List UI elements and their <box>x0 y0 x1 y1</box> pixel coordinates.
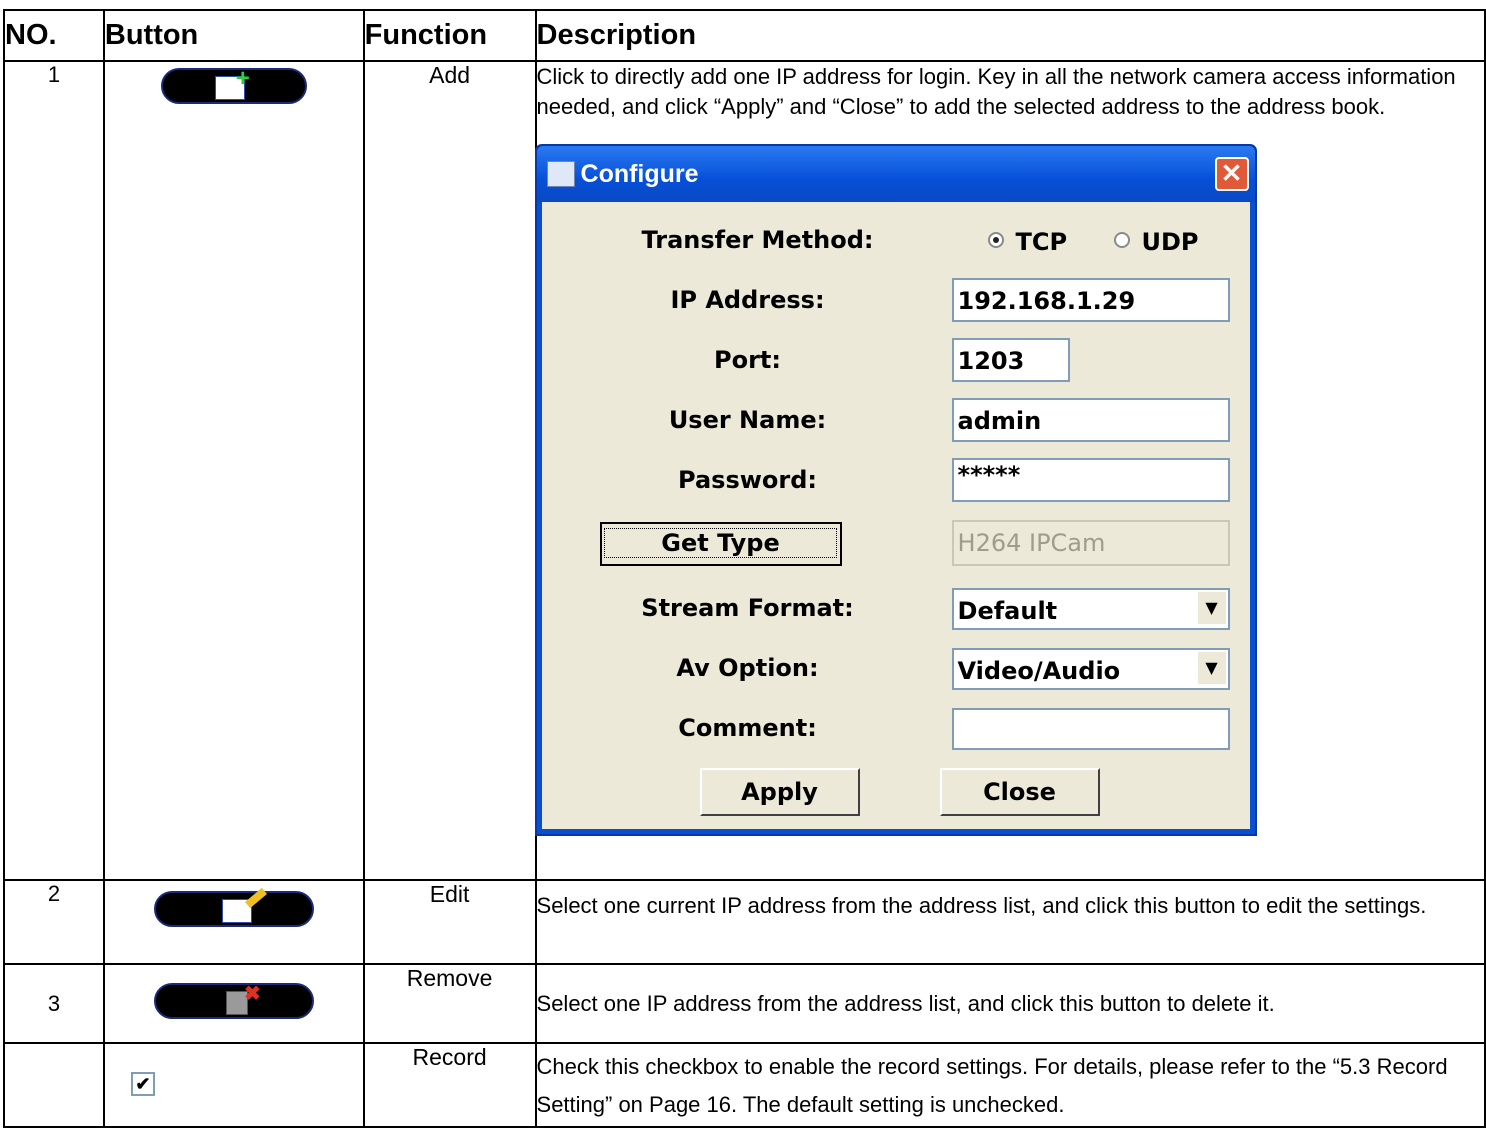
tcp-radio[interactable]: TCP <box>987 227 1068 257</box>
camera-type-field: H264 IPCam <box>951 520 1230 566</box>
app-icon <box>546 161 575 187</box>
description-text: Select one current IP address from the a… <box>534 879 1486 965</box>
button-cell: ✖ <box>102 963 365 1044</box>
close-icon[interactable]: ✕ <box>1214 157 1249 191</box>
row-number: 2 <box>3 879 105 965</box>
ip-address-field[interactable]: 192.168.1.29 <box>951 278 1230 322</box>
dialog-body: Transfer Method: TCP UDP IP Address: 192… <box>541 202 1250 829</box>
add-address-button[interactable]: + <box>160 67 307 104</box>
av-option-label: Av Option: <box>676 654 819 682</box>
password-field[interactable]: ***** <box>951 458 1230 502</box>
description-cell: Click to directly add one IP address for… <box>534 60 1486 881</box>
configure-dialog: Configure ✕ Transfer Method: TCP UDP IP … <box>534 144 1257 836</box>
close-button[interactable]: Close <box>939 768 1100 816</box>
transfer-method-label: Transfer Method: <box>641 226 874 254</box>
port-field[interactable]: 1203 <box>951 338 1070 382</box>
ip-address-label: IP Address: <box>670 286 825 314</box>
stream-format-value: Default <box>957 597 1058 625</box>
button-cell: ✔ <box>102 1042 365 1128</box>
header-button: Button <box>102 9 365 62</box>
user-name-field[interactable]: admin <box>951 398 1230 442</box>
row-number: 3 <box>3 963 105 1044</box>
record-checkbox[interactable]: ✔ <box>130 1072 155 1096</box>
get-type-button[interactable]: Get Type <box>599 522 842 566</box>
dialog-title: Configure <box>580 160 699 188</box>
description-text: Select one IP address from the address l… <box>534 963 1486 1044</box>
apply-button[interactable]: Apply <box>699 768 860 816</box>
description-text: Click to directly add one IP address for… <box>536 64 1456 119</box>
table-row: 3 ✖ Remove Select one IP address from th… <box>3 963 1486 1044</box>
chevron-down-icon[interactable]: ▼ <box>1195 652 1226 684</box>
add-icon: + <box>214 67 250 100</box>
udp-label: UDP <box>1141 228 1199 256</box>
udp-radio[interactable]: UDP <box>1113 227 1199 257</box>
tcp-label: TCP <box>1015 228 1068 256</box>
button-function-table: NO. Button Function Description 1 + Add … <box>3 9 1486 1128</box>
header-function: Function <box>362 9 537 62</box>
delete-icon: ✖ <box>225 984 261 1015</box>
table-row: 2 Edit Select one current IP address fro… <box>3 879 1486 965</box>
description-text: Check this checkbox to enable the record… <box>534 1042 1486 1128</box>
radio-unselected-icon <box>1113 232 1130 248</box>
table-header-row: NO. Button Function Description <box>3 9 1486 62</box>
port-label: Port: <box>714 346 781 374</box>
button-cell <box>102 879 365 965</box>
dialog-titlebar: Configure ✕ <box>536 146 1255 202</box>
stream-format-select[interactable]: Default ▼ <box>951 588 1230 630</box>
button-cell: + <box>102 60 365 881</box>
header-no: NO. <box>3 9 105 62</box>
radio-selected-icon <box>987 232 1004 248</box>
user-name-label: User Name: <box>668 406 827 434</box>
function-label: Edit <box>362 879 537 965</box>
remove-address-button[interactable]: ✖ <box>153 983 314 1019</box>
comment-label: Comment: <box>678 714 817 742</box>
stream-format-label: Stream Format: <box>641 594 854 622</box>
function-label: Add <box>362 60 537 881</box>
comment-field[interactable] <box>951 708 1230 750</box>
password-label: Password: <box>678 466 817 494</box>
function-label: Remove <box>362 963 537 1044</box>
function-label: Record <box>362 1042 537 1128</box>
get-type-label: Get Type <box>604 528 837 558</box>
edit-icon <box>221 887 267 923</box>
chevron-down-icon[interactable]: ▼ <box>1195 592 1226 624</box>
av-option-value: Video/Audio <box>957 657 1121 685</box>
row-number: 1 <box>3 60 105 881</box>
header-description: Description <box>534 9 1486 62</box>
table-row: 1 + Add Click to directly add one IP add… <box>3 60 1486 881</box>
row-number <box>3 1042 105 1128</box>
table-row: ✔ Record Check this checkbox to enable t… <box>3 1042 1486 1128</box>
av-option-select[interactable]: Video/Audio ▼ <box>951 648 1230 690</box>
edit-address-button[interactable] <box>153 887 314 927</box>
